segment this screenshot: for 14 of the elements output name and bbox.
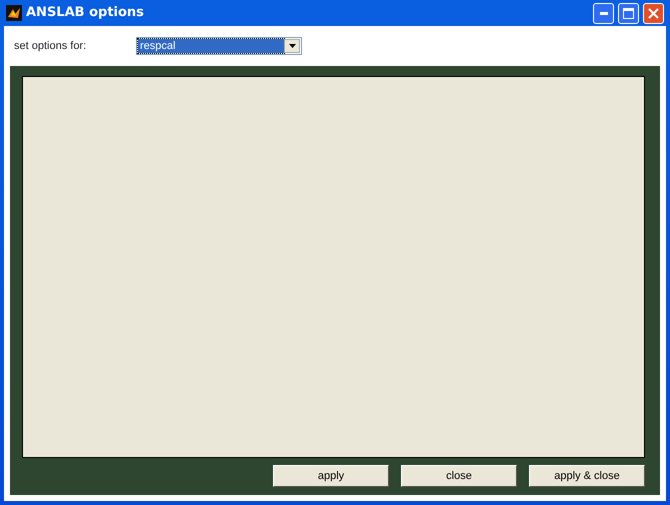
dropdown-arrow-icon	[288, 44, 296, 48]
close-icon	[648, 8, 659, 18]
action-button[interactable]: apply & close	[529, 465, 645, 487]
action-button[interactable]: close	[401, 465, 517, 487]
action-button[interactable]: apply	[273, 465, 389, 487]
close-button[interactable]	[643, 2, 664, 24]
window-title: ANSLAB options	[26, 4, 144, 22]
minimize-icon	[600, 12, 608, 14]
minimize-button[interactable]	[593, 2, 614, 24]
app-icon	[6, 5, 22, 21]
options-label: set options for:	[13, 38, 88, 54]
options-dropdown[interactable]: respcal	[136, 37, 302, 55]
maximize-button[interactable]	[618, 2, 639, 24]
maximize-icon	[623, 8, 634, 18]
